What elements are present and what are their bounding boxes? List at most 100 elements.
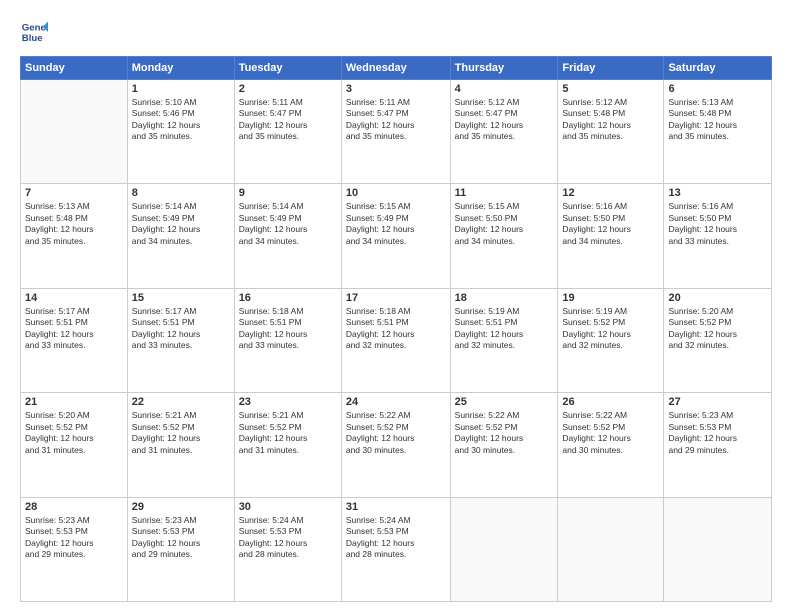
calendar-cell: 23Sunrise: 5:21 AMSunset: 5:52 PMDayligh… (234, 393, 341, 497)
cell-info: Sunrise: 5:16 AMSunset: 5:50 PMDaylight:… (562, 201, 659, 247)
calendar-cell: 21 Sunrise: 5:20 AMSunset: 5:52 PMDayligh… (21, 393, 128, 497)
svg-text:General: General (22, 22, 48, 33)
cell-info: Sunrise: 5:12 AMSunset: 5:48 PMDaylight:… (562, 97, 659, 143)
day-number: 3 (346, 83, 446, 95)
logo-icon: General Blue (20, 18, 48, 46)
cell-info: Sunrise: 5:17 AMSunset: 5:51 PMDaylight:… (132, 306, 230, 352)
calendar-cell: 7 Sunrise: 5:13 AMSunset: 5:48 PMDaylight… (21, 184, 128, 288)
day-number: 28 (25, 501, 123, 513)
day-number: 31 (346, 501, 446, 513)
cell-info: Sunrise: 5:22 AMSunset: 5:52 PMDaylight:… (346, 410, 446, 456)
day-number: 11 (455, 187, 554, 199)
svg-text:Blue: Blue (22, 33, 43, 44)
cell-info: Sunrise: 5:24 AMSunset: 5:53 PMDaylight:… (239, 515, 337, 561)
calendar-cell: 18 Sunrise: 5:19 AMSunset: 5:51 PMDayligh… (450, 288, 558, 392)
calendar-cell: 29 Sunrise: 5:23 AMSunset: 5:53 PMDayligh… (127, 497, 234, 601)
cell-info: Sunrise: 5:19 AMSunset: 5:52 PMDaylight:… (562, 306, 659, 352)
cell-info: Sunrise: 5:18 AMSunset: 5:51 PMDaylight:… (239, 306, 337, 352)
calendar-cell: 8 Sunrise: 5:14 AMSunset: 5:49 PMDaylight… (127, 184, 234, 288)
cell-info: Sunrise: 5:15 AMSunset: 5:49 PMDaylight:… (346, 201, 446, 247)
cell-info: Sunrise: 5:21 AMSunset: 5:52 PMDaylight:… (239, 410, 337, 456)
calendar-cell: 27 Sunrise: 5:23 AMSunset: 5:53 PMDayligh… (664, 393, 772, 497)
week-row-5: 28 Sunrise: 5:23 AMSunset: 5:53 PMDayligh… (21, 497, 772, 601)
calendar-cell: 10 Sunrise: 5:15 AMSunset: 5:49 PMDayligh… (341, 184, 450, 288)
calendar-cell: 25 Sunrise: 5:22 AMSunset: 5:52 PMDayligh… (450, 393, 558, 497)
col-header-tuesday: Tuesday (234, 57, 341, 80)
col-header-saturday: Saturday (664, 57, 772, 80)
cell-info: Sunrise: 5:14 AMSunset: 5:49 PMDaylight:… (239, 201, 337, 247)
day-number: 6 (668, 83, 767, 95)
day-number: 29 (132, 501, 230, 513)
logo: General Blue (20, 18, 52, 46)
calendar-cell: 19Sunrise: 5:19 AMSunset: 5:52 PMDayligh… (558, 288, 664, 392)
day-number: 18 (455, 292, 554, 304)
calendar-cell: 6 Sunrise: 5:13 AMSunset: 5:48 PMDaylight… (664, 80, 772, 184)
cell-info: Sunrise: 5:20 AMSunset: 5:52 PMDaylight:… (25, 410, 123, 456)
week-row-1: 1Sunrise: 5:10 AMSunset: 5:46 PMDaylight… (21, 80, 772, 184)
cell-info: Sunrise: 5:20 AMSunset: 5:52 PMDaylight:… (668, 306, 767, 352)
cell-info: Sunrise: 5:15 AMSunset: 5:50 PMDaylight:… (455, 201, 554, 247)
day-number: 2 (239, 83, 337, 95)
day-number: 22 (132, 396, 230, 408)
cell-info: Sunrise: 5:11 AMSunset: 5:47 PMDaylight:… (346, 97, 446, 143)
day-number: 10 (346, 187, 446, 199)
day-number: 4 (455, 83, 554, 95)
calendar-page: General Blue SundayMondayTuesdayWednesda… (0, 0, 792, 612)
week-row-2: 7 Sunrise: 5:13 AMSunset: 5:48 PMDaylight… (21, 184, 772, 288)
cell-info: Sunrise: 5:16 AMSunset: 5:50 PMDaylight:… (668, 201, 767, 247)
calendar-cell: 13 Sunrise: 5:16 AMSunset: 5:50 PMDayligh… (664, 184, 772, 288)
cell-info: Sunrise: 5:23 AMSunset: 5:53 PMDaylight:… (132, 515, 230, 561)
calendar-cell: 3 Sunrise: 5:11 AMSunset: 5:47 PMDaylight… (341, 80, 450, 184)
day-number: 21 (25, 396, 123, 408)
cell-info: Sunrise: 5:12 AMSunset: 5:47 PMDaylight:… (455, 97, 554, 143)
col-header-monday: Monday (127, 57, 234, 80)
day-number: 25 (455, 396, 554, 408)
cell-info: Sunrise: 5:24 AMSunset: 5:53 PMDaylight:… (346, 515, 446, 561)
calendar-cell (558, 497, 664, 601)
calendar-header-row: SundayMondayTuesdayWednesdayThursdayFrid… (21, 57, 772, 80)
cell-info: Sunrise: 5:21 AMSunset: 5:52 PMDaylight:… (132, 410, 230, 456)
cell-info: Sunrise: 5:13 AMSunset: 5:48 PMDaylight:… (668, 97, 767, 143)
calendar-cell: 4 Sunrise: 5:12 AMSunset: 5:47 PMDaylight… (450, 80, 558, 184)
day-number: 26 (562, 396, 659, 408)
day-number: 7 (25, 187, 123, 199)
day-number: 24 (346, 396, 446, 408)
day-number: 8 (132, 187, 230, 199)
cell-info: Sunrise: 5:22 AMSunset: 5:52 PMDaylight:… (562, 410, 659, 456)
calendar-cell: 15Sunrise: 5:17 AMSunset: 5:51 PMDayligh… (127, 288, 234, 392)
calendar-cell: 16 Sunrise: 5:18 AMSunset: 5:51 PMDayligh… (234, 288, 341, 392)
calendar-cell: 9 Sunrise: 5:14 AMSunset: 5:49 PMDaylight… (234, 184, 341, 288)
calendar-cell: 26 Sunrise: 5:22 AMSunset: 5:52 PMDayligh… (558, 393, 664, 497)
cell-info: Sunrise: 5:22 AMSunset: 5:52 PMDaylight:… (455, 410, 554, 456)
header: General Blue (20, 18, 772, 46)
day-number: 5 (562, 83, 659, 95)
calendar-cell: 24 Sunrise: 5:22 AMSunset: 5:52 PMDayligh… (341, 393, 450, 497)
calendar-cell: 31 Sunrise: 5:24 AMSunset: 5:53 PMDayligh… (341, 497, 450, 601)
calendar-table: SundayMondayTuesdayWednesdayThursdayFrid… (20, 56, 772, 602)
week-row-3: 14Sunrise: 5:17 AMSunset: 5:51 PMDayligh… (21, 288, 772, 392)
calendar-cell: 22 Sunrise: 5:21 AMSunset: 5:52 PMDayligh… (127, 393, 234, 497)
calendar-cell: 14Sunrise: 5:17 AMSunset: 5:51 PMDayligh… (21, 288, 128, 392)
day-number: 17 (346, 292, 446, 304)
col-header-thursday: Thursday (450, 57, 558, 80)
day-number: 9 (239, 187, 337, 199)
calendar-cell: 11 Sunrise: 5:15 AMSunset: 5:50 PMDayligh… (450, 184, 558, 288)
day-number: 30 (239, 501, 337, 513)
calendar-cell: 5 Sunrise: 5:12 AMSunset: 5:48 PMDaylight… (558, 80, 664, 184)
calendar-cell: 17 Sunrise: 5:18 AMSunset: 5:51 PMDayligh… (341, 288, 450, 392)
day-number: 13 (668, 187, 767, 199)
week-row-4: 21 Sunrise: 5:20 AMSunset: 5:52 PMDayligh… (21, 393, 772, 497)
cell-info: Sunrise: 5:23 AMSunset: 5:53 PMDaylight:… (25, 515, 123, 561)
day-number: 16 (239, 292, 337, 304)
cell-info: Sunrise: 5:18 AMSunset: 5:51 PMDaylight:… (346, 306, 446, 352)
cell-info: Sunrise: 5:19 AMSunset: 5:51 PMDaylight:… (455, 306, 554, 352)
day-number: 27 (668, 396, 767, 408)
cell-info: Sunrise: 5:13 AMSunset: 5:48 PMDaylight:… (25, 201, 123, 247)
cell-info: Sunrise: 5:23 AMSunset: 5:53 PMDaylight:… (668, 410, 767, 456)
calendar-cell (450, 497, 558, 601)
day-number: 1 (132, 83, 230, 95)
calendar-cell: 28 Sunrise: 5:23 AMSunset: 5:53 PMDayligh… (21, 497, 128, 601)
cell-info: Sunrise: 5:14 AMSunset: 5:49 PMDaylight:… (132, 201, 230, 247)
calendar-cell (21, 80, 128, 184)
day-number: 20 (668, 292, 767, 304)
